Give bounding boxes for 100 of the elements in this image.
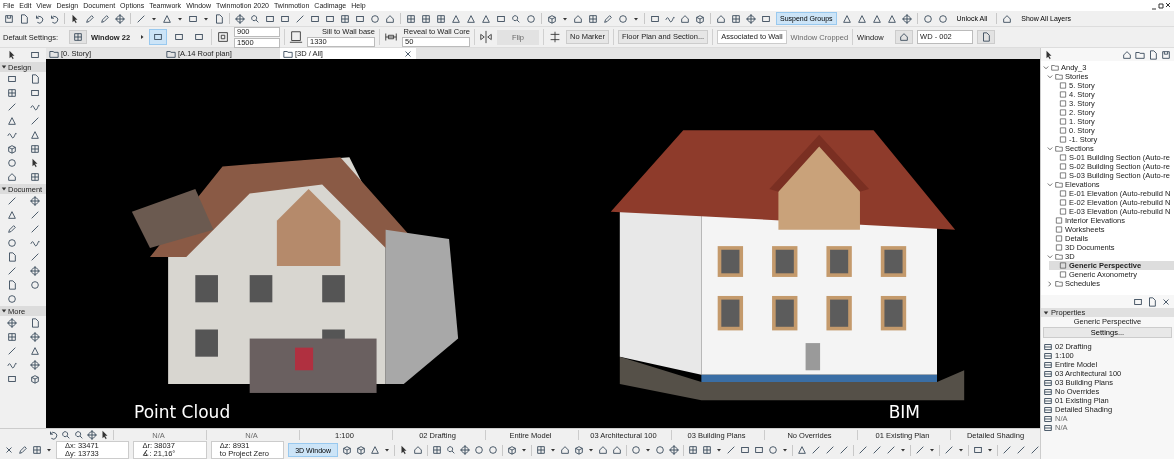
circle-icon[interactable] xyxy=(655,445,665,455)
page-icon[interactable] xyxy=(214,13,224,24)
line-icon[interactable] xyxy=(136,13,146,24)
house-icon[interactable] xyxy=(1002,13,1013,24)
house-icon[interactable] xyxy=(385,13,395,24)
circle-icon[interactable] xyxy=(488,445,498,455)
line-icon[interactable] xyxy=(872,445,882,455)
grid-icon[interactable] xyxy=(29,144,40,154)
wave-icon[interactable] xyxy=(29,238,40,248)
close-icon[interactable] xyxy=(4,445,14,455)
pointer-icon[interactable] xyxy=(399,445,409,455)
page-icon[interactable] xyxy=(1148,49,1158,60)
line-icon[interactable] xyxy=(29,116,40,126)
caret-icon[interactable] xyxy=(203,15,209,22)
grid-icon[interactable] xyxy=(536,445,546,455)
undo-icon[interactable] xyxy=(49,13,59,24)
caret-icon[interactable] xyxy=(716,447,722,453)
caret-icon[interactable] xyxy=(151,15,157,22)
line-icon[interactable] xyxy=(811,445,821,455)
grid-icon[interactable] xyxy=(340,13,350,24)
id-settings-button[interactable] xyxy=(977,30,996,44)
circle-icon[interactable] xyxy=(474,445,484,455)
circle-icon[interactable] xyxy=(370,13,380,24)
page-icon[interactable] xyxy=(6,252,17,262)
folder-icon[interactable] xyxy=(1135,49,1145,60)
settings-button[interactable] xyxy=(69,30,87,44)
line-icon[interactable] xyxy=(29,210,40,220)
triangle-icon[interactable] xyxy=(6,116,17,126)
cube-icon[interactable] xyxy=(342,445,352,455)
crosshair-icon[interactable] xyxy=(746,13,756,24)
grid-icon[interactable] xyxy=(6,332,17,342)
crosshair-icon[interactable] xyxy=(115,13,125,24)
caret-icon[interactable] xyxy=(645,447,651,453)
wave-icon[interactable] xyxy=(29,102,40,112)
line-icon[interactable] xyxy=(29,252,40,262)
triangle-icon[interactable] xyxy=(886,13,897,24)
line-icon[interactable] xyxy=(6,102,17,112)
circle-icon[interactable] xyxy=(6,158,17,168)
triangle-icon[interactable] xyxy=(370,445,380,455)
rectangle-icon[interactable] xyxy=(6,374,17,384)
house-icon[interactable] xyxy=(573,13,583,24)
line-icon[interactable] xyxy=(839,445,849,455)
caret-icon[interactable] xyxy=(633,15,639,22)
line-icon[interactable] xyxy=(915,445,925,455)
layer-button[interactable] xyxy=(895,30,914,44)
pencil-icon[interactable] xyxy=(603,13,613,24)
cube-icon[interactable] xyxy=(356,445,366,455)
caret-icon[interactable] xyxy=(46,447,52,453)
grid-icon[interactable] xyxy=(436,13,446,24)
zoom-icon[interactable] xyxy=(61,430,71,440)
rectangle-icon[interactable] xyxy=(325,13,335,24)
wave-icon[interactable] xyxy=(6,360,17,370)
zoom-icon[interactable] xyxy=(446,445,456,455)
pencil-icon[interactable] xyxy=(6,224,17,234)
line-icon[interactable] xyxy=(1030,445,1040,455)
save-icon[interactable] xyxy=(4,13,14,24)
crosshair-icon[interactable] xyxy=(669,445,679,455)
circle-icon[interactable] xyxy=(631,445,641,455)
page-icon[interactable] xyxy=(19,13,29,24)
caret-icon[interactable] xyxy=(550,447,556,453)
caret-icon[interactable] xyxy=(958,447,964,453)
house-icon[interactable] xyxy=(6,172,17,182)
circle-icon[interactable] xyxy=(6,294,17,304)
triangle-icon[interactable] xyxy=(856,13,867,24)
caret-icon[interactable] xyxy=(1,186,7,192)
rectangle-icon[interactable] xyxy=(355,13,365,24)
page-icon[interactable] xyxy=(1147,296,1157,307)
triangle-icon[interactable] xyxy=(29,130,40,140)
house-icon[interactable] xyxy=(413,445,423,455)
rectangle-icon[interactable] xyxy=(6,74,17,84)
rectangle-icon[interactable] xyxy=(650,13,660,24)
pencil-icon[interactable] xyxy=(18,445,28,455)
rectangle-icon[interactable] xyxy=(310,13,320,24)
circle-icon[interactable] xyxy=(6,238,17,248)
caret-icon[interactable] xyxy=(384,447,390,453)
crosshair-icon[interactable] xyxy=(901,13,912,24)
cube-icon[interactable] xyxy=(574,445,584,455)
caret-icon[interactable] xyxy=(929,447,935,453)
page-icon[interactable] xyxy=(6,280,17,290)
rectangle-icon[interactable] xyxy=(265,13,275,24)
crosshair-icon[interactable] xyxy=(29,196,40,206)
line-icon[interactable] xyxy=(944,445,954,455)
house-icon[interactable] xyxy=(716,13,726,24)
circle-icon[interactable] xyxy=(29,280,40,290)
caret-icon[interactable] xyxy=(1,64,7,70)
line-icon[interactable] xyxy=(6,346,17,356)
line-icon[interactable] xyxy=(29,224,40,234)
line-icon[interactable] xyxy=(825,445,835,455)
rectangle-icon[interactable] xyxy=(280,13,290,24)
line-icon[interactable] xyxy=(858,445,868,455)
grid-icon[interactable] xyxy=(6,88,17,98)
triangle-icon[interactable] xyxy=(797,445,807,455)
caret-icon[interactable] xyxy=(987,447,993,453)
cube-icon[interactable] xyxy=(695,13,705,24)
window-controls-icon[interactable] xyxy=(1151,1,1171,10)
grid-icon[interactable] xyxy=(588,13,598,24)
close-icon[interactable] xyxy=(403,48,413,59)
house-icon[interactable] xyxy=(680,13,690,24)
caret-icon[interactable] xyxy=(177,15,183,22)
triangle-icon[interactable] xyxy=(162,13,172,24)
